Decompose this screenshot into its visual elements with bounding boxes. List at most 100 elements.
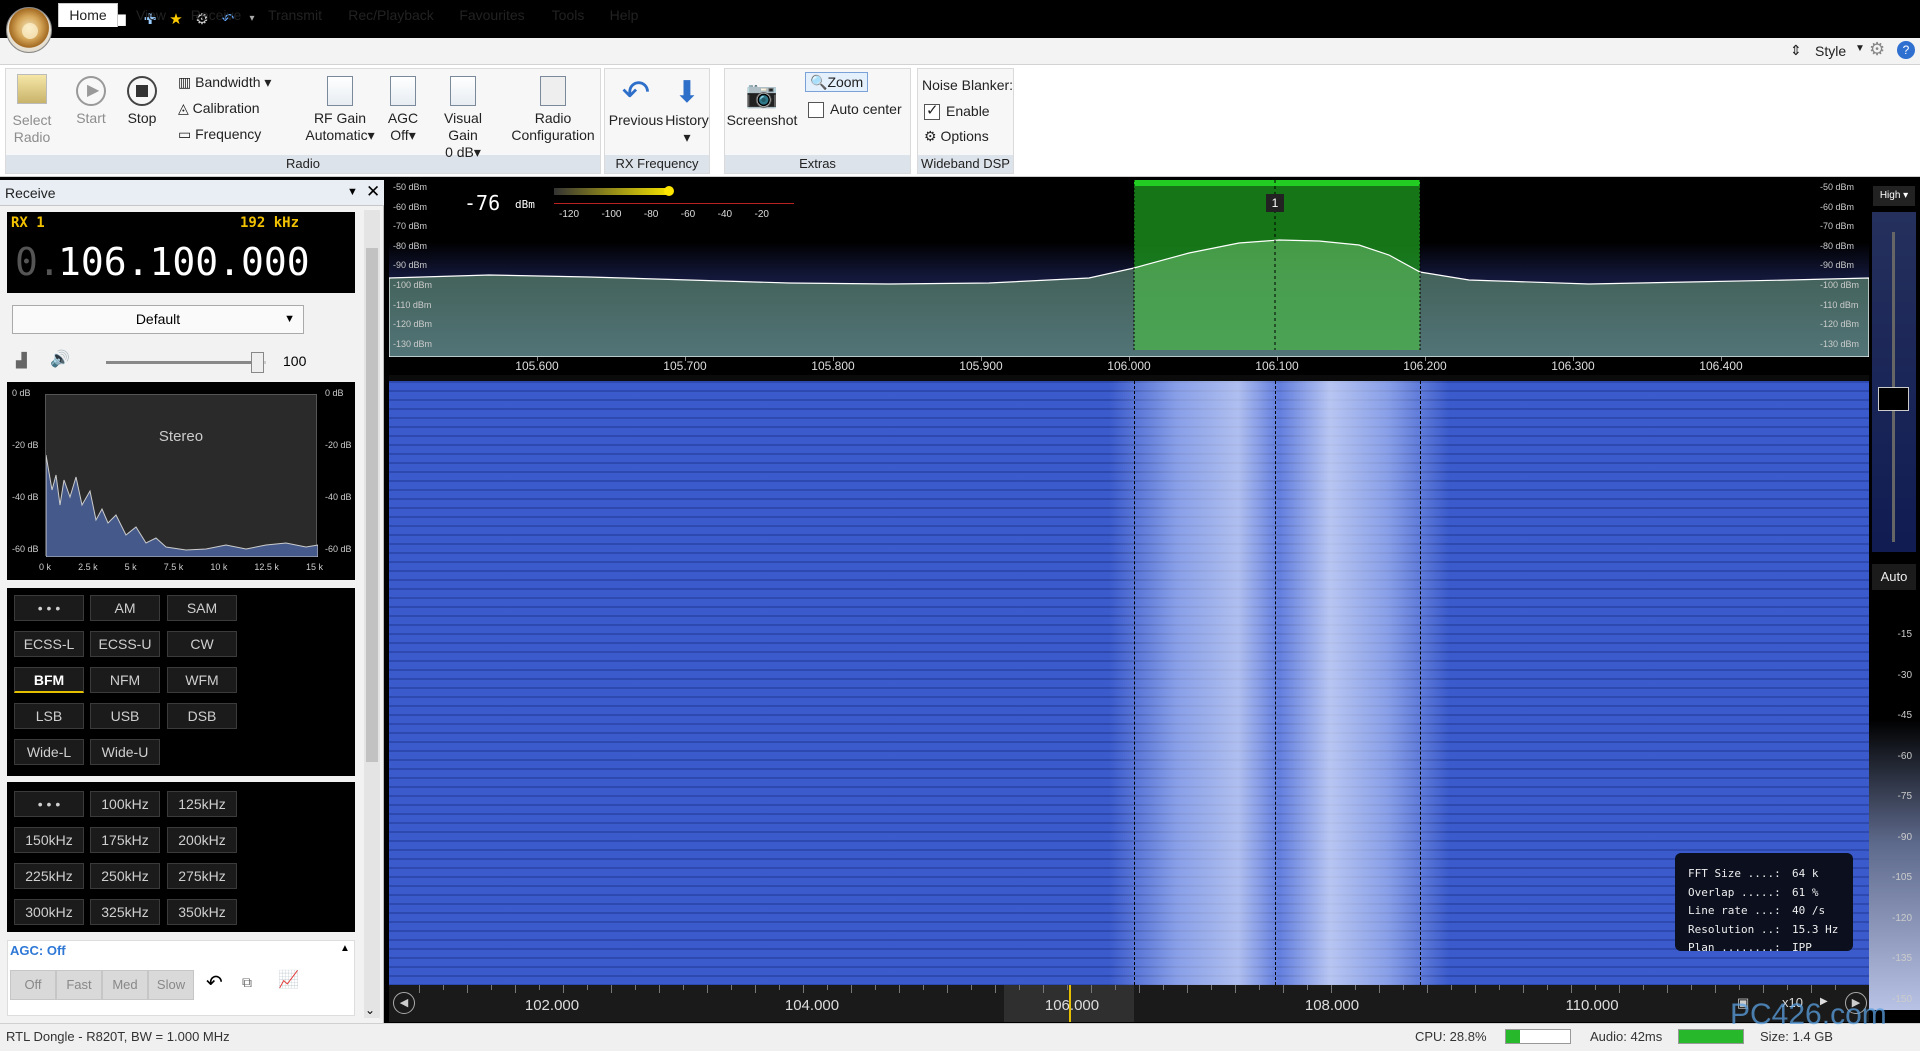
agc-button[interactable]: AGC Off▾ <box>383 76 423 144</box>
step-button-150khz[interactable]: 150kHz <box>14 827 84 853</box>
gear-icon: ⚙ <box>924 128 941 144</box>
undo-icon[interactable]: ↶ <box>206 970 223 995</box>
step-button--[interactable]: • • • <box>14 791 84 817</box>
step-button-275khz[interactable]: 275kHz <box>167 863 237 889</box>
spectrum-frequency-scale[interactable]: 105.600 105.700 105.800 105.900 106.000 106.1… <box>389 357 1869 375</box>
style-gear-icon[interactable]: ⇕ <box>1790 42 1802 59</box>
frequency-prefix: 0. <box>15 240 61 284</box>
tab-home[interactable]: Home <box>58 3 118 27</box>
tick-mark <box>1211 985 1212 990</box>
info-value: 40 /s <box>1792 904 1826 917</box>
preset-select[interactable]: Default ▼ <box>12 305 304 334</box>
bandwidth-button[interactable]: ▥ Bandwidth ▾ <box>178 73 271 91</box>
volume-knob[interactable] <box>251 352 264 373</box>
radio-configuration-button[interactable]: Radio Configuration <box>508 76 598 144</box>
history-button[interactable]: ⬇ History ▾ <box>664 74 710 146</box>
step-button-250khz[interactable]: 250kHz <box>90 863 160 889</box>
start-button[interactable]: ▶ Start <box>70 76 112 127</box>
tick-mark <box>1187 985 1188 993</box>
scrollbar-thumb[interactable] <box>366 248 378 762</box>
auto-button[interactable]: Auto <box>1872 564 1916 590</box>
waterfall-display[interactable]: FFT Size ....: 64 k Overlap .....: 61 % Line… <box>389 381 1869 985</box>
step-button-125khz[interactable]: 125kHz <box>167 791 237 817</box>
rf-gain-button[interactable]: RF Gain Automatic▾ <box>305 76 375 144</box>
step-button-350khz[interactable]: 350kHz <box>167 899 237 925</box>
mode-button-wide-u[interactable]: Wide-U <box>90 739 160 765</box>
close-icon[interactable]: ✕ <box>366 182 380 202</box>
select-radio-button[interactable]: Select Radio <box>8 74 56 146</box>
chevron-down-icon[interactable]: ▼ <box>1855 43 1865 54</box>
visual-gain-value: 0 dB <box>445 144 474 160</box>
volume-slider[interactable] <box>106 352 266 373</box>
tab-favourites[interactable]: Favourites <box>452 4 532 28</box>
levels-icon[interactable]: ▟ <box>16 352 27 369</box>
app-menu-orb[interactable] <box>6 7 52 53</box>
screenshot-button[interactable]: 📷 Screenshot <box>726 76 798 129</box>
tab-tools[interactable]: Tools <box>545 4 591 28</box>
tab-rec-playback[interactable]: Rec/Playback <box>344 4 438 28</box>
agc-off-button[interactable]: Off <box>10 970 56 1000</box>
step-button-200khz[interactable]: 200kHz <box>167 827 237 853</box>
tick-mark <box>1739 985 1740 990</box>
mode-button-nfm[interactable]: NFM <box>90 667 160 693</box>
contrast-slider[interactable] <box>1872 212 1916 552</box>
calibration-button[interactable]: ◬ Calibration <box>178 99 260 117</box>
scroll-down-icon[interactable]: ⌄ <box>365 1003 375 1017</box>
info-key: Line rate ...: <box>1688 904 1781 917</box>
style-menu[interactable]: Style <box>1815 43 1846 59</box>
enable-checkbox[interactable]: Enable <box>924 102 990 121</box>
panel-menu-icon[interactable]: ▼ <box>347 186 358 198</box>
db-tick: -90 dBm <box>393 260 428 271</box>
step-button-100khz[interactable]: 100kHz <box>90 791 160 817</box>
mode-button-ecss-u[interactable]: ECSS-U <box>90 631 160 657</box>
agc-config-icon[interactable]: ⧉ <box>242 974 252 991</box>
gear-icon[interactable]: ⚙ <box>1869 39 1885 60</box>
range-select[interactable]: High ▾ <box>1873 186 1915 206</box>
frequency-value[interactable]: 106.100.000 <box>58 240 310 284</box>
options-button[interactable]: ⚙ Options <box>924 127 989 145</box>
mode-button-wide-l[interactable]: Wide-L <box>14 739 84 765</box>
graph-icon[interactable]: 📈 <box>278 970 299 990</box>
mode-button-usb[interactable]: USB <box>90 703 160 729</box>
marker-label[interactable]: 1 <box>1266 194 1284 212</box>
zoom-button[interactable]: 🔍Zoom <box>805 72 869 92</box>
mode-button--[interactable]: • • • <box>14 595 84 621</box>
tab-transmit[interactable]: Transmit <box>260 4 330 28</box>
visual-gain-button[interactable]: Visual Gain 0 dB▾ <box>428 76 498 161</box>
mode-button-ecss-l[interactable]: ECSS-L <box>14 631 84 657</box>
collapse-icon[interactable]: ▲ <box>340 943 350 954</box>
mode-button-wfm[interactable]: WFM <box>167 667 237 693</box>
previous-button[interactable]: ↶ Previous <box>608 74 664 129</box>
mode-button-bfm[interactable]: BFM <box>14 667 84 693</box>
stop-button[interactable]: Stop <box>122 76 162 127</box>
auto-center-checkbox[interactable]: Auto center <box>808 100 902 119</box>
mode-button-lsb[interactable]: LSB <box>14 703 84 729</box>
mode-button-am[interactable]: AM <box>90 595 160 621</box>
waterfall-frequency-scale[interactable]: 102.000 104.000 106.000 108.000 110.000 <box>389 985 1869 1022</box>
tick-mark <box>1139 985 1140 993</box>
mode-button-dsb[interactable]: DSB <box>167 703 237 729</box>
agc-fast-button[interactable]: Fast <box>56 970 102 1000</box>
step-button-300khz[interactable]: 300kHz <box>14 899 84 925</box>
agc-med-button[interactable]: Med <box>102 970 148 1000</box>
help-icon[interactable]: ? <box>1897 41 1915 59</box>
tick-mark <box>659 985 660 993</box>
mode-button-cw[interactable]: CW <box>167 631 237 657</box>
mode-button-sam[interactable]: SAM <box>167 595 237 621</box>
speaker-icon[interactable]: 🔊 <box>50 349 70 369</box>
tab-help[interactable]: Help <box>602 4 646 28</box>
panel-scrollbar[interactable] <box>364 210 380 1018</box>
slider-knob[interactable] <box>1878 387 1909 411</box>
scroll-left-icon[interactable]: ◀ <box>393 992 415 1014</box>
agc-slow-button[interactable]: Slow <box>148 970 194 1000</box>
tab-receive[interactable]: Receive <box>186 4 246 28</box>
spectrum-display[interactable]: -50 dBm -60 dBm -70 dBm -80 dBm -90 dBm -100 … <box>389 180 1869 357</box>
step-button-325khz[interactable]: 325kHz <box>90 899 160 925</box>
frequency-button[interactable]: ▭ Frequency <box>178 125 261 143</box>
ribbon-tab-bar <box>0 38 1920 65</box>
step-button-175khz[interactable]: 175kHz <box>90 827 160 853</box>
tab-view[interactable]: View <box>128 4 174 28</box>
level-tick: -90 <box>1897 831 1912 843</box>
step-button-225khz[interactable]: 225kHz <box>14 863 84 889</box>
previous-label: Previous <box>608 112 664 128</box>
